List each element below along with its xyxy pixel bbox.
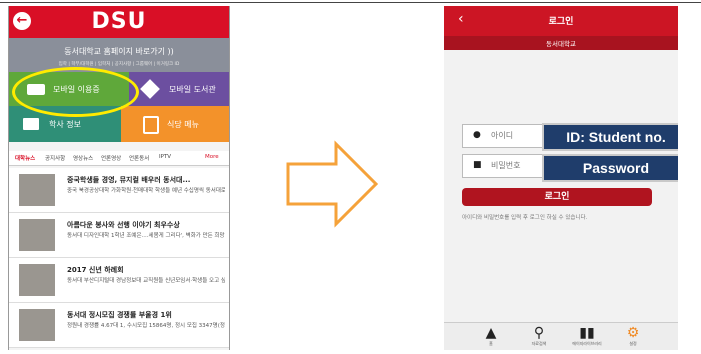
homepage-link[interactable]: 동서대학교 홈페이지 바로가기 )) xyxy=(9,46,229,57)
nav-settings[interactable]: ⚙ 설정 xyxy=(616,325,650,347)
news-item[interactable]: 2017 신년 하례회 동서대 부산디지털대 경남정보대 교직원들 신년모임서·… xyxy=(9,258,229,303)
top-border-line xyxy=(0,2,701,3)
dsu-logo: DSU xyxy=(91,9,147,34)
books-icon: ▮▮ xyxy=(579,325,595,341)
fork-knife-icon xyxy=(143,116,159,134)
nav-search[interactable]: ⚲ 자료검색 xyxy=(522,325,556,347)
nav-library-label: 에이지라이브러리 xyxy=(572,341,602,346)
news-title: 동서대 정시모집 경쟁률 부울경 1위 xyxy=(67,311,172,319)
password-annotation: Password xyxy=(542,154,678,182)
user-icon: ● xyxy=(473,130,481,140)
news-item[interactable]: 아름다운 봉사와 선행 이야기 최우수상 동서대 디자인대학 1학년 조예은..… xyxy=(9,213,229,258)
news-title: 아름다운 봉사와 선행 이야기 최우수상 xyxy=(67,221,180,229)
search-icon: ⚲ xyxy=(533,325,545,341)
lock-icon: ■ xyxy=(473,160,482,170)
tab-press-dongseo[interactable]: 언론동서 xyxy=(129,154,149,162)
library-icon xyxy=(140,79,160,99)
nav-search-label: 자료검색 xyxy=(531,341,547,346)
tile-cafeteria-menu-label: 식당 메뉴 xyxy=(167,120,199,129)
bank-icon: ▲ xyxy=(485,325,497,341)
tile-mobile-library-label: 모바일 도서관 xyxy=(169,85,216,94)
id-annotation: ID: Student no. xyxy=(542,123,678,151)
right-phone-screen: ‹ 로그인 동서대학교 ● ■ ID: Student no. Password… xyxy=(444,6,678,350)
back-arrow-icon[interactable]: ← xyxy=(13,12,31,30)
news-thumbnail xyxy=(19,309,55,341)
tab-university-news[interactable]: 대학뉴스 xyxy=(15,154,35,162)
left-phone-screen: ← DSU 동서대학교 홈페이지 바로가기 )) 입학 | 학부/대학원 | 입… xyxy=(8,6,230,350)
news-item[interactable]: 동서대 정시모집 경쟁률 부울경 1위 정원내 경쟁률 4.67대 1, 수시모… xyxy=(9,303,229,348)
news-tabbar: 대학뉴스 공지사항 영상뉴스 언론영상 언론동서 IPTV More xyxy=(9,151,229,166)
subtitle-bar: 동서대학교 xyxy=(444,36,678,50)
academic-icon xyxy=(23,118,39,130)
tab-more[interactable]: More xyxy=(205,154,219,160)
subtitle-text: 동서대학교 xyxy=(546,40,576,48)
login-title: 로그인 xyxy=(548,17,574,27)
login-body xyxy=(444,50,678,322)
highlight-oval xyxy=(12,67,139,117)
nav-library[interactable]: ▮▮ 에이지라이브러리 xyxy=(570,325,604,347)
news-desc: 중국 북경공상대학 가화학원·천매대학 학생들 예년 수십명씩 동서대로 경영학… xyxy=(67,188,225,194)
news-thumbnail xyxy=(19,264,55,296)
gear-icon: ⚙ xyxy=(626,325,640,341)
tab-iptv[interactable]: IPTV xyxy=(159,154,171,160)
login-button[interactable]: 로그인 xyxy=(462,188,652,206)
news-thumbnail xyxy=(19,174,55,206)
news-desc: 동서대 디자인대학 1학년 조예은....세봄게 그리다', 벽화가 만든 희망 xyxy=(67,233,225,239)
right-arrow-icon xyxy=(286,140,379,228)
news-desc: 동서대 부산디지털대 경남정보대 교직원들 신년모임서·학생들 오고 싶어 하는… xyxy=(67,278,225,284)
nav-settings-label: 설정 xyxy=(629,341,637,346)
bottom-nav: ▲ 홈 ⚲ 자료검색 ▮▮ 에이지라이브러리 ⚙ 설정 xyxy=(444,322,678,350)
nav-home[interactable]: ▲ 홈 xyxy=(474,325,508,347)
news-title: 중국학생들 경영, 뮤지컬 배우러 동서대... xyxy=(67,176,191,184)
tile-mobile-library[interactable]: 모바일 도서관 xyxy=(129,72,229,106)
tile-academic-info-label: 학사 정보 xyxy=(49,120,81,129)
tab-notices[interactable]: 공지사항 xyxy=(45,154,65,162)
tab-press-video[interactable]: 언론영상 xyxy=(101,154,121,162)
quick-links[interactable]: 입학 | 학부/대학원 | 입학처 | 공지사항 | 그룹웨어 | 이거링크 I… xyxy=(9,61,229,67)
login-header: ‹ 로그인 xyxy=(444,6,678,36)
app-header: ← DSU xyxy=(9,6,229,38)
news-item[interactable]: 중국학생들 경영, 뮤지컬 배우러 동서대... 중국 북경공상대학 가화학원·… xyxy=(9,168,229,213)
news-desc: 정원내 경쟁률 4.67대 1, 수시모집 15864명, 정시 모집 3347… xyxy=(67,323,225,329)
news-thumbnail xyxy=(19,219,55,251)
tab-video-news[interactable]: 영상뉴스 xyxy=(73,154,93,162)
login-hint: 아이디와 비밀번호를 입력 후 로그인 하실 수 있습니다. xyxy=(462,215,588,221)
tile-cafeteria-menu[interactable]: 식당 메뉴 xyxy=(121,106,229,142)
news-title: 2017 신년 하례회 xyxy=(67,266,124,274)
nav-home-label: 홈 xyxy=(489,341,493,346)
